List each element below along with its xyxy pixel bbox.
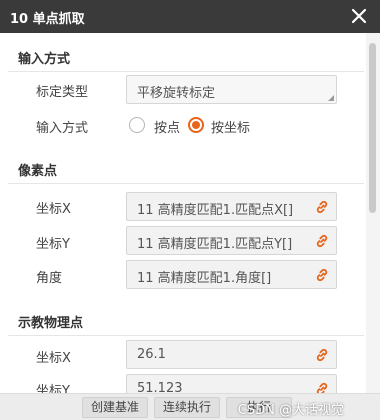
calib-type-value: 平移旋转标定: [137, 86, 216, 101]
teach-y-value: 51.123: [137, 381, 183, 393]
section-title-input-mode: 输入方式: [18, 52, 71, 67]
pixel-angle-label: 角度: [36, 271, 63, 286]
input-mode-label: 输入方式: [36, 121, 89, 136]
link-icon[interactable]: [314, 381, 330, 393]
calib-type-label: 标定类型: [36, 85, 89, 100]
section-title-teach-point: 示教物理点: [18, 316, 84, 331]
run-button[interactable]: 执行: [226, 397, 292, 418]
link-icon[interactable]: [314, 233, 330, 249]
divider: [8, 183, 364, 184]
pixel-x-field[interactable]: 11 高精度匹配1.匹配点X[]: [126, 192, 337, 221]
title-bar: 10 单点抓取: [0, 0, 380, 33]
pixel-x-value: 11 高精度匹配1.匹配点X[]: [137, 203, 294, 218]
teach-y-label: 坐标Y: [36, 384, 70, 393]
radio-by-point[interactable]: [129, 117, 145, 133]
pixel-y-label: 坐标Y: [36, 237, 70, 252]
divider: [8, 335, 364, 336]
pixel-angle-value: 11 高精度匹配1.角度[]: [137, 271, 272, 286]
pixel-x-label: 坐标X: [36, 202, 71, 217]
radio-by-coordinate-label[interactable]: 按坐标: [211, 117, 250, 136]
continuous-run-button[interactable]: 连续执行: [154, 397, 220, 418]
window-title: 10 单点抓取: [10, 12, 85, 27]
single-point-grab-dialog: 10 单点抓取 输入方式 标定类型 平移旋转标定 输入方式 按点 按坐标 像素点…: [0, 0, 380, 420]
pixel-y-field[interactable]: 11 高精度匹配1.匹配点Y[]: [126, 226, 337, 255]
teach-x-value: 26.1: [137, 347, 166, 362]
pixel-y-value: 11 高精度匹配1.匹配点Y[]: [137, 237, 293, 252]
teach-x-field[interactable]: 26.1: [126, 340, 337, 369]
divider: [8, 71, 364, 72]
dropdown-corner-icon: [328, 95, 334, 101]
pixel-angle-field[interactable]: 11 高精度匹配1.角度[]: [126, 260, 337, 289]
close-icon[interactable]: [350, 7, 368, 25]
scrollbar-thumb[interactable]: [369, 43, 376, 213]
link-icon[interactable]: [314, 199, 330, 215]
link-icon[interactable]: [314, 347, 330, 363]
teach-y-field[interactable]: 51.123: [126, 374, 337, 393]
link-icon[interactable]: [314, 267, 330, 283]
radio-by-point-label[interactable]: 按点: [154, 117, 180, 136]
section-title-pixel-point: 像素点: [18, 164, 58, 179]
dialog-content: 输入方式 标定类型 平移旋转标定 输入方式 按点 按坐标 像素点 坐标X 11 …: [0, 33, 366, 393]
vertical-scrollbar[interactable]: [366, 33, 380, 393]
radio-by-coordinate[interactable]: [188, 117, 204, 133]
create-base-button[interactable]: 创建基准: [82, 397, 148, 418]
calib-type-select[interactable]: 平移旋转标定: [126, 75, 337, 104]
teach-x-label: 坐标X: [36, 351, 71, 366]
footer-bar: 创建基准 连续执行 执行: [0, 393, 380, 420]
